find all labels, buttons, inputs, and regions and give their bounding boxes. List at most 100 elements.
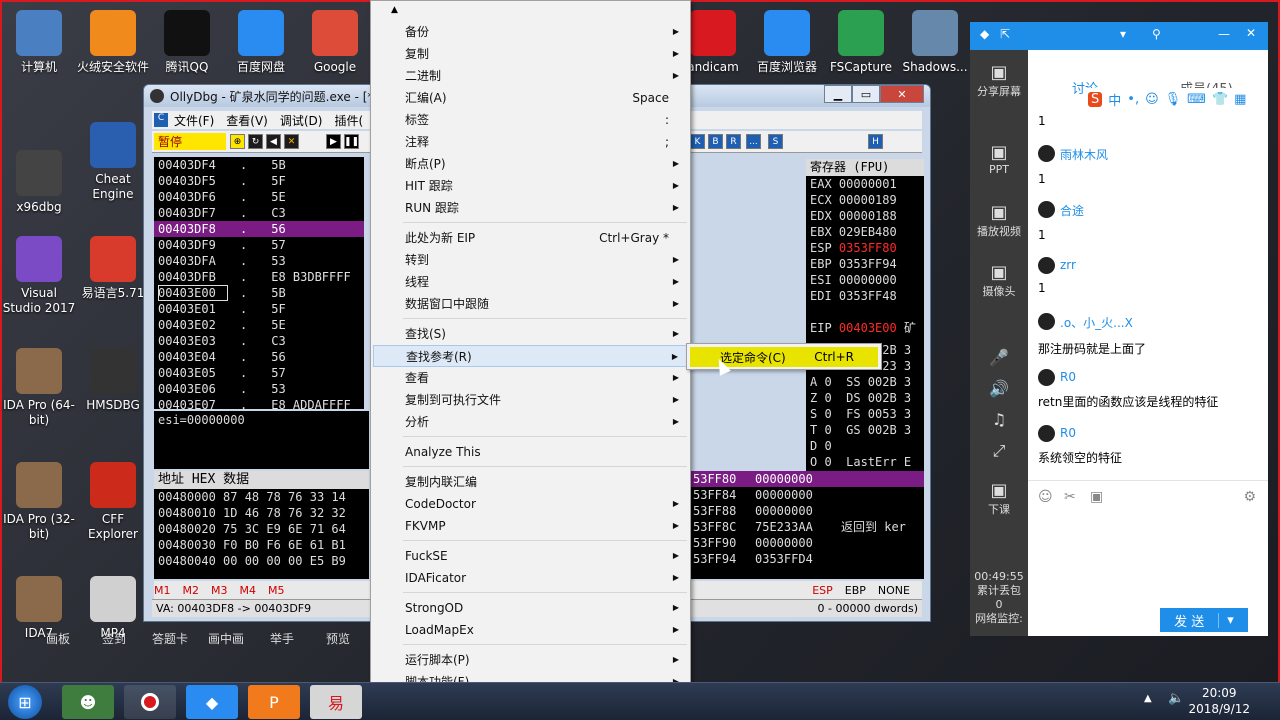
stack-row[interactable]: 53FF8C 75E233AA 返回到 ker [689,519,924,535]
register-row[interactable]: ESI 00000000 [806,272,924,288]
desktop-icon[interactable]: x96dbg [2,150,76,215]
open-icon[interactable]: ⊕ [230,134,245,149]
disasm-row[interactable]: 00403DFA. 53 [154,253,364,269]
grid-icon[interactable]: ▦ [1234,92,1246,107]
register-row[interactable]: EDX 00000188 [806,208,924,224]
taskbar-slides-icon[interactable]: P [248,685,300,719]
disasm-row[interactable]: 00403E04. 56 [154,349,364,365]
disasm-row[interactable]: 00403E03. C3 [154,333,364,349]
context-menu-item[interactable]: RUN 跟踪 ▶ [373,197,689,219]
desktop-icon[interactable]: Cheat Engine [76,122,150,202]
stack-tab[interactable]: ESP [812,584,833,597]
disasm-row[interactable]: 00403E00. 5B [154,285,364,301]
stack-row[interactable]: 53FF94 0353FFD4 [689,551,924,567]
tray-arrow-icon[interactable]: ▲ [1144,693,1152,704]
close-button[interactable]: ✕ [880,85,924,103]
context-menu-item[interactable]: IDAFicator ▶ [373,567,689,589]
dump-row[interactable]: 00480020 75 3C E9 6E 71 64 [154,521,369,537]
left-rail-item[interactable]: ▣ 播放视频 [970,202,1028,239]
context-menu-item[interactable]: HIT 跟踪 ▶ [373,175,689,197]
classroom-tool[interactable]: 画板 [30,630,86,650]
maximize-button[interactable]: ▭ [852,85,880,103]
flag-row[interactable]: O 0 LastErr E [806,454,924,470]
music-icon[interactable]: ♫ [992,410,1006,429]
desktop-icon[interactable]: 火绒安全软件 [76,10,150,75]
register-row[interactable]: EBX 029EB480 [806,224,924,240]
context-menu-item[interactable]: FKVMP ▶ [373,515,689,537]
disasm-row[interactable]: 00403E07. E8 ADDAFFFF [154,397,364,409]
desktop-icon[interactable]: 腾讯QQ [150,10,224,75]
context-menu-item[interactable]: 注释; [373,131,689,153]
toolbar-letter-button[interactable]: K [690,134,705,149]
desktop-icon[interactable]: IDA Pro (64-bit) [2,348,76,428]
classroom-tool[interactable]: 答题卡 [142,630,198,650]
ime-mode-icon[interactable]: 中 [1108,90,1121,109]
scissors-icon[interactable]: ✂ [1064,489,1076,505]
context-menu-item[interactable]: 复制到可执行文件 ▶ [373,389,689,411]
disasm-row[interactable]: 00403DF8. 56 [154,221,364,237]
classroom-tool[interactable]: 举手 [254,630,310,650]
dropdown-icon[interactable]: ▾ [1120,27,1126,41]
ime-toolbar[interactable]: S 中 •, ☺ 🎙 ⌨ 👕 ▦ [1086,88,1266,110]
stack-row[interactable]: 53FF88 00000000 [689,503,924,519]
message-user[interactable]: R0 [1038,369,1218,386]
skin-icon[interactable]: 👕 [1212,92,1228,107]
desktop-icon[interactable]: IDA Pro (32-bit) [2,462,76,542]
context-menu-item[interactable]: Analyze This [373,441,689,463]
stack-row[interactable]: 53FF80 00000000 [689,471,924,487]
context-menu-item[interactable]: 查找(S) ▶ [373,323,689,345]
taskbar-app-frog-icon[interactable]: ☻ [62,685,114,719]
voice-icon[interactable]: 🎙 [1165,92,1182,107]
desktop-icon[interactable]: CFF Explorer [76,462,150,542]
popout-icon[interactable]: ⇱ [1000,27,1010,41]
memory-tab[interactable]: M5 [268,584,285,597]
stack-tab[interactable]: NONE [878,584,910,597]
context-menu-item[interactable]: CodeDoctor ▶ [373,493,689,515]
memory-tab[interactable]: M2 [183,584,200,597]
system-clock[interactable]: 20:09 2018/9/12 [1188,685,1250,717]
rewind-icon[interactable]: ◀ [266,134,281,149]
classroom-tool[interactable]: 预览 [310,630,366,650]
disasm-row[interactable]: 00403DF4. 5B [154,157,364,173]
desktop-icon[interactable]: HMSDBG [76,348,150,413]
context-menu-item[interactable]: 查找参考(R) ▶ [373,345,689,367]
register-row[interactable]: ECX 00000189 [806,192,924,208]
context-menu-item[interactable]: FuckSE ▶ [373,545,689,567]
desktop-icon[interactable]: 百度浏览器 [750,10,824,75]
memory-tab[interactable]: M1 [154,584,171,597]
message-user[interactable]: 合途 [1038,201,1084,219]
dump-row[interactable]: 00480030 F0 B0 F6 6E 61 B1 [154,537,369,553]
context-menu-item[interactable]: 标签: [373,109,689,131]
left-rail-item[interactable]: ▣ 分享屏幕 [970,62,1028,99]
fullscreen-icon[interactable]: ⤢ [993,441,1006,461]
taskbar-ollydbg-icon[interactable]: 易 [310,685,362,719]
context-menu-item[interactable]: 断点(P) ▶ [373,153,689,175]
dump-row[interactable]: 00480010 1D 46 78 76 32 32 [154,505,369,521]
context-menu-item[interactable]: 复制 ▶ [373,43,689,65]
flag-row[interactable]: T 0 GS 002B 3 [806,422,924,438]
disassembly-pane[interactable]: 00403DF4. 5B 00403DF5. 5F 00403DF6. 5E 00403DF… [154,157,364,409]
context-menu-item[interactable]: 二进制 ▶ [373,65,689,87]
chat-messages[interactable]: 讨论 成员(45) S 中 •, ☺ 🎙 ⌨ 👕 ▦ 1雨林木风1合途1zrr1… [1028,50,1268,480]
context-menu-item[interactable]: 查看 ▶ [373,367,689,389]
toolbar-letter-button[interactable]: H [868,134,883,149]
left-rail-item[interactable]: ▣ 下课 [970,480,1028,517]
desktop-icon[interactable]: Visual Studio 2017 [2,236,76,316]
flag-row[interactable]: S 0 FS 0053 3 [806,406,924,422]
flag-row[interactable]: A 0 SS 002B 3 [806,374,924,390]
stack-row[interactable]: 53FF90 00000000 [689,535,924,551]
left-rail-item[interactable]: ▣ PPT [970,142,1028,176]
disasm-row[interactable]: 00403DF6. 5E [154,189,364,205]
close-chat-icon[interactable]: ✕ [1246,26,1256,40]
left-rail-item[interactable]: ▣ 摄像头 [970,262,1028,299]
desktop-icon[interactable]: Google [298,10,372,75]
compose-area[interactable]: ☺ ✂ ▣ ⚙ 发 送 ▾ [1028,480,1268,636]
register-row[interactable]: EDI 0353FF48 [806,288,924,304]
send-dropdown-icon[interactable]: ▾ [1218,612,1234,628]
flag-row[interactable]: D 0 [806,438,924,454]
taskbar-diamond-icon[interactable]: ◆ [186,685,238,719]
disasm-row[interactable]: 00403E01. 5F [154,301,364,317]
register-row[interactable]: EAX 00000001 [806,176,924,192]
desktop-icon[interactable]: 易语言5.71 [76,236,150,301]
punct-icon[interactable]: •, [1127,92,1139,107]
